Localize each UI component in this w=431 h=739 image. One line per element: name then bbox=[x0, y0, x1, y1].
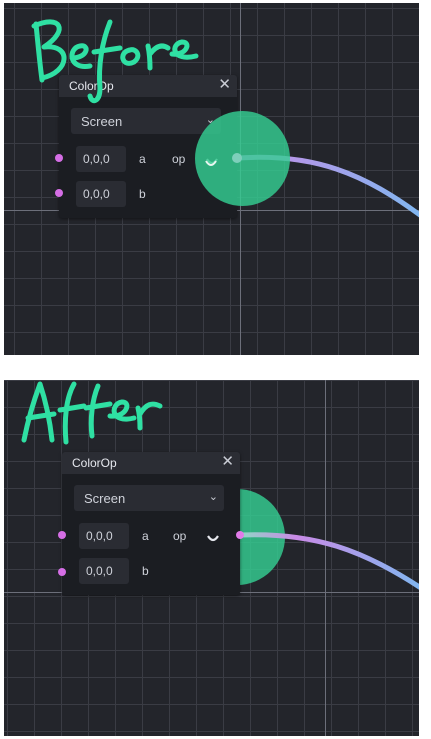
input-b-value: 0,0,0 bbox=[83, 187, 110, 201]
input-b-field[interactable]: 0,0,0 bbox=[76, 181, 126, 207]
before-canvas: ColorOp ✕ Screen ⌄ 0,0,0 a 0,0,0 b op bbox=[4, 3, 419, 355]
output-op-label: op bbox=[173, 529, 187, 543]
chevron-down-icon: ⌄ bbox=[208, 491, 218, 503]
input-a-value: 0,0,0 bbox=[86, 529, 113, 543]
output-highlight-circle bbox=[195, 111, 290, 206]
input-b-port[interactable] bbox=[55, 189, 63, 197]
input-b-label: b bbox=[142, 564, 149, 578]
input-b-field[interactable]: 0,0,0 bbox=[79, 558, 129, 584]
grid-axis-vertical bbox=[325, 380, 326, 736]
close-icon[interactable]: ✕ bbox=[218, 77, 231, 93]
blend-mode-value: Screen bbox=[84, 491, 126, 506]
input-a-port[interactable] bbox=[58, 531, 66, 539]
input-a-field[interactable]: 0,0,0 bbox=[76, 146, 126, 172]
output-op-label: op bbox=[172, 152, 186, 166]
color-op-node[interactable]: ColorOp ✕ Screen ⌄ 0,0,0 a 0,0,0 b op bbox=[62, 452, 240, 595]
node-title: ColorOp bbox=[69, 79, 114, 93]
input-b-port[interactable] bbox=[58, 568, 66, 576]
close-icon[interactable]: ✕ bbox=[221, 454, 234, 470]
input-b-value: 0,0,0 bbox=[86, 564, 113, 578]
blend-mode-select[interactable]: Screen ⌄ bbox=[74, 485, 224, 511]
input-a-value: 0,0,0 bbox=[83, 152, 110, 166]
input-a-field[interactable]: 0,0,0 bbox=[79, 523, 129, 549]
output-socket-icon[interactable] bbox=[207, 535, 219, 543]
node-header[interactable]: ColorOp ✕ bbox=[59, 75, 237, 97]
input-b-label: b bbox=[139, 187, 146, 201]
node-title: ColorOp bbox=[72, 456, 117, 470]
after-canvas: ColorOp ✕ Screen ⌄ 0,0,0 a 0,0,0 b op bbox=[4, 380, 419, 736]
node-header[interactable]: ColorOp ✕ bbox=[62, 452, 240, 474]
input-a-label: a bbox=[142, 529, 149, 543]
blend-mode-value: Screen bbox=[81, 114, 123, 129]
input-a-port[interactable] bbox=[55, 154, 63, 162]
blend-mode-select[interactable]: Screen ⌄ bbox=[71, 108, 221, 134]
input-a-label: a bbox=[139, 152, 146, 166]
